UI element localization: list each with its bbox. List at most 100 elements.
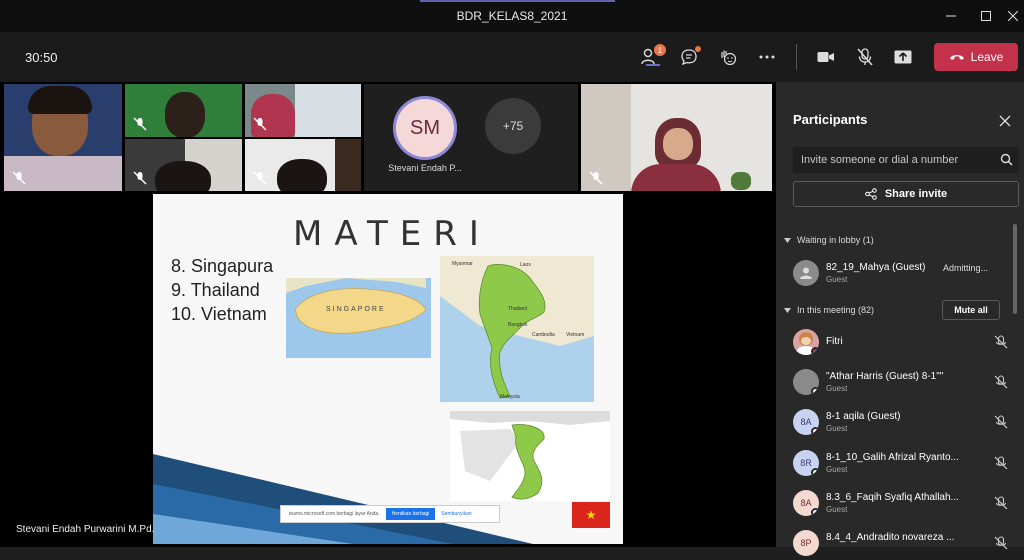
avatar-initials: 8A bbox=[800, 498, 812, 508]
participant-name: 8-1 aqila (Guest) bbox=[826, 411, 901, 422]
hide-notice-button[interactable]: Sembunyikan bbox=[441, 511, 471, 517]
map-vietnam bbox=[450, 411, 610, 501]
map-label-singapore: SINGAPORE bbox=[326, 306, 386, 313]
person-icon bbox=[800, 267, 812, 279]
mute-all-button[interactable]: Mute all bbox=[942, 300, 1000, 320]
video-tile-participant-5[interactable] bbox=[245, 139, 361, 191]
presenter-name: Stevani Endah Purwarini M.Pd. bbox=[16, 524, 155, 535]
mic-off-icon[interactable] bbox=[994, 415, 1008, 429]
meeting-section-toggle[interactable]: In this meeting (82) bbox=[784, 305, 874, 315]
map-label: Bangkok bbox=[508, 322, 528, 328]
more-participants-button[interactable]: +75 bbox=[485, 98, 541, 154]
mic-off-icon bbox=[253, 171, 267, 185]
mic-off-icon bbox=[253, 117, 267, 131]
tile-name-sm: Stevani Endah P... bbox=[388, 163, 462, 173]
lobby-section-toggle[interactable]: Waiting in lobby (1) bbox=[784, 235, 874, 245]
presence-status bbox=[811, 427, 819, 435]
chevron-down-icon bbox=[784, 307, 791, 313]
window-title: BDR_KELAS8_2021 bbox=[456, 9, 568, 23]
invite-search-input[interactable] bbox=[801, 151, 991, 169]
mic-off-icon bbox=[133, 117, 147, 131]
stop-sharing-button[interactable]: Hentikan berbagi bbox=[385, 508, 436, 520]
minimize-icon[interactable] bbox=[938, 6, 964, 26]
mic-off-icon bbox=[133, 171, 147, 185]
meeting-toolbar: 30:50 1 Leave bbox=[0, 32, 1024, 82]
presence-status bbox=[811, 347, 819, 355]
participant-row[interactable]: "Athar Harris (Guest) 8-1"" Guest bbox=[793, 365, 1018, 399]
camera-button[interactable] bbox=[811, 44, 841, 70]
map-label: Cambodia bbox=[532, 332, 555, 338]
window-titlebar: BDR_KELAS8_2021 bbox=[0, 0, 1024, 32]
participant-row[interactable]: 8A 8.3_6_Faqih Syafiq Athallah... Guest bbox=[793, 486, 1018, 520]
map-label: Vietnam bbox=[566, 332, 585, 338]
participant-row[interactable]: 8P 8.4_4_Andradito novareza ... bbox=[793, 526, 1018, 560]
invite-search-box[interactable] bbox=[793, 147, 1019, 173]
leave-button[interactable]: Leave bbox=[934, 43, 1018, 71]
share-screen-icon bbox=[894, 50, 912, 64]
mic-off-icon[interactable] bbox=[994, 496, 1008, 510]
participant-name: 8-1_10_Galih Afrizal Ryanto... bbox=[826, 452, 959, 463]
map-label: Myanmar bbox=[452, 261, 473, 267]
share-icon bbox=[865, 188, 877, 200]
participant-row[interactable]: Fitri bbox=[793, 325, 1018, 359]
mic-off-icon[interactable] bbox=[994, 536, 1008, 550]
participants-button[interactable]: 1 bbox=[636, 44, 666, 70]
avatar bbox=[793, 260, 819, 286]
panel-title: Participants bbox=[793, 112, 868, 127]
avatar: 8R bbox=[793, 450, 819, 476]
mic-off-icon[interactable] bbox=[994, 335, 1008, 349]
chevron-down-icon bbox=[784, 237, 791, 243]
avatar: 8P bbox=[793, 530, 819, 556]
map-label: Malaysia bbox=[500, 394, 520, 400]
close-window-icon[interactable] bbox=[1000, 6, 1024, 26]
map-thailand: Myanmar Laos Thailand Cambodia Vietnam B… bbox=[440, 256, 594, 402]
panel-scrollbar[interactable] bbox=[1013, 224, 1017, 314]
mic-off-icon bbox=[12, 171, 26, 185]
participant-row[interactable]: 8R 8-1_10_Galih Afrizal Ryanto... Guest bbox=[793, 446, 1018, 480]
avatar bbox=[793, 329, 819, 355]
presence-status bbox=[811, 387, 819, 395]
avatar bbox=[793, 369, 819, 395]
participant-row[interactable]: 8A 8-1 aqila (Guest) Guest bbox=[793, 405, 1018, 439]
video-tile-teacher[interactable] bbox=[581, 84, 772, 191]
lobby-section-label: Waiting in lobby (1) bbox=[797, 235, 874, 245]
shared-slide: MATERI 8. Singapura 9. Thailand 10. Viet… bbox=[153, 194, 623, 544]
slide-topic-item: 8. Singapura bbox=[171, 256, 274, 276]
video-tile-participant-1[interactable] bbox=[4, 84, 122, 191]
share-invite-label: Share invite bbox=[884, 188, 948, 200]
slide-topic-list: 8. Singapura 9. Thailand 10. Vietnam bbox=[171, 254, 273, 326]
map-label: Laos bbox=[520, 262, 531, 268]
chat-unread-dot bbox=[695, 46, 701, 52]
lobby-row[interactable]: 82_19_Mahya (Guest) Guest Admitting... bbox=[793, 256, 1018, 290]
mic-off-icon bbox=[589, 171, 603, 185]
video-tile-participant-4[interactable] bbox=[125, 139, 242, 191]
more-options-button[interactable] bbox=[752, 44, 782, 70]
search-icon bbox=[1000, 153, 1013, 166]
avatar-sm: SM bbox=[393, 96, 457, 160]
share-content-button[interactable] bbox=[888, 44, 918, 70]
vietnam-flag: ★ bbox=[572, 502, 610, 528]
presence-status bbox=[811, 468, 819, 476]
slide-topic-item: 9. Thailand bbox=[171, 280, 260, 300]
map-label: Thailand bbox=[508, 306, 528, 312]
meeting-timer: 30:50 bbox=[25, 50, 58, 65]
more-icon bbox=[759, 55, 775, 59]
reactions-button[interactable] bbox=[713, 44, 743, 70]
participant-role: Guest bbox=[826, 275, 848, 284]
participant-role: Guest bbox=[826, 465, 848, 474]
maximize-icon[interactable] bbox=[973, 6, 999, 26]
share-invite-button[interactable]: Share invite bbox=[793, 181, 1019, 207]
microphone-button[interactable] bbox=[850, 44, 880, 70]
mic-off-icon[interactable] bbox=[994, 456, 1008, 470]
video-tile-participant-3[interactable] bbox=[245, 84, 361, 137]
titlebar-accent bbox=[420, 0, 615, 2]
avatar: 8A bbox=[793, 409, 819, 435]
meeting-section-label: In this meeting (82) bbox=[797, 305, 875, 315]
mic-off-icon[interactable] bbox=[994, 375, 1008, 389]
toolbar-divider bbox=[796, 44, 797, 70]
video-tile-participant-2[interactable] bbox=[125, 84, 242, 137]
chat-button[interactable] bbox=[674, 44, 704, 70]
participants-badge: 1 bbox=[654, 44, 666, 56]
close-icon[interactable] bbox=[998, 114, 1012, 128]
raise-hand-icon bbox=[721, 50, 737, 66]
